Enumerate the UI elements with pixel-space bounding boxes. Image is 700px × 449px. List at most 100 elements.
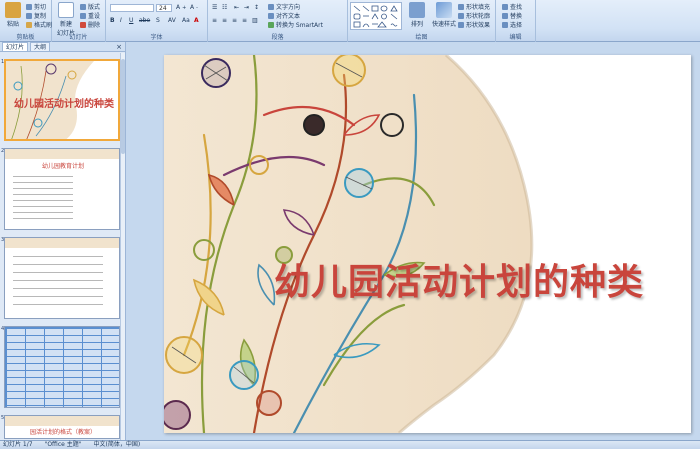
- find-button[interactable]: 查找: [502, 2, 522, 11]
- slide-thumbnail-3[interactable]: [4, 237, 120, 319]
- align-text-button[interactable]: 对齐文本: [268, 11, 300, 20]
- reset-button[interactable]: 重设: [80, 11, 100, 20]
- scissors-icon: [26, 3, 32, 10]
- bullets-icon[interactable]: ☰: [212, 4, 217, 11]
- slides-group: 新建 幻灯片 版式 重设 删除 幻灯片: [52, 0, 106, 42]
- justify-icon[interactable]: ≡: [242, 17, 247, 24]
- quick-styles-icon: [436, 2, 452, 18]
- slides-label: 幻灯片: [69, 34, 88, 41]
- font-name-dropdown[interactable]: [110, 4, 154, 12]
- columns-icon[interactable]: ▥: [252, 17, 258, 24]
- new-slide-icon: [58, 2, 74, 18]
- shape-outline-button[interactable]: 形状轮廓: [458, 11, 490, 20]
- slide-thumbnail-1[interactable]: 幼儿园活动计划的种类: [4, 59, 120, 141]
- quick-styles-button[interactable]: 快速样式: [430, 2, 458, 28]
- shrink-font-icon[interactable]: A-: [190, 4, 198, 11]
- smartart-button[interactable]: 转换为 SmartArt: [268, 20, 323, 29]
- cut-button[interactable]: 剪切: [26, 2, 46, 11]
- panel-scrollbar[interactable]: [120, 53, 125, 440]
- align-text-icon: [268, 12, 274, 19]
- editing-group: 查找 替换 选择 编辑: [496, 0, 536, 42]
- slide-counter: 幻灯片 1/7: [3, 441, 33, 448]
- format-painter-button[interactable]: 格式刷: [26, 20, 52, 29]
- ribbon: 粘贴 剪切 复制 格式刷 剪贴板 新建 幻灯片 版式 重设 删除 幻灯片 24 …: [0, 0, 700, 42]
- decrease-indent-icon[interactable]: ⇤: [234, 4, 239, 11]
- slide-thumbnail-5[interactable]: 园活计划的格式（教案）: [4, 415, 120, 439]
- paste-icon: [5, 2, 21, 18]
- font-label: 字体: [150, 34, 163, 41]
- thumb-header-art: [5, 416, 119, 426]
- select-button[interactable]: 选择: [502, 20, 522, 29]
- arrange-button[interactable]: 排列: [406, 2, 428, 28]
- reset-icon: [80, 12, 86, 19]
- brush-icon: [26, 21, 32, 28]
- replace-button[interactable]: 替换: [502, 11, 522, 20]
- align-left-icon[interactable]: ≡: [212, 17, 217, 24]
- delete-icon: [80, 21, 86, 28]
- close-icon[interactable]: ×: [116, 43, 122, 51]
- bold-button[interactable]: B: [110, 17, 115, 24]
- slide-canvas[interactable]: 幼儿园活动计划的种类: [164, 55, 691, 433]
- replace-icon: [502, 12, 508, 19]
- floral-background-art: [164, 55, 534, 433]
- thumb-body-text: [13, 252, 103, 312]
- slide-thumbnail-2[interactable]: 幼儿园教育计划: [4, 148, 120, 230]
- slides-panel: 幻灯片 大纲 × 1 幼儿园活动计划的种类 2 幼儿园教育计划 3 4 5 园活…: [0, 42, 126, 440]
- font-group: 24 A + A- B I U abe S AV Aa A 字体: [106, 0, 208, 42]
- slide-editor: 幼儿园活动计划的种类: [127, 42, 700, 440]
- paint-bucket-icon: [458, 3, 464, 10]
- tab-slides[interactable]: 幻灯片: [2, 42, 29, 51]
- thumb-table-rows: [7, 329, 119, 407]
- grow-font-icon[interactable]: A +: [176, 4, 186, 11]
- thumb-body-text: [13, 173, 73, 221]
- change-case-icon[interactable]: Aa: [182, 17, 190, 24]
- paste-button[interactable]: 粘贴: [2, 2, 24, 28]
- editing-label: 编辑: [509, 34, 522, 41]
- drawing-label: 绘图: [415, 34, 428, 41]
- delete-button[interactable]: 删除: [80, 20, 100, 29]
- layout-icon: [80, 3, 86, 10]
- slide-thumbnail-4[interactable]: [4, 326, 120, 408]
- copy-icon: [26, 12, 32, 19]
- smartart-icon: [268, 21, 274, 28]
- shape-fill-button[interactable]: 形状填充: [458, 2, 490, 11]
- strikethrough-button[interactable]: abe: [139, 17, 150, 24]
- slide-title[interactable]: 幼儿园活动计划的种类: [234, 253, 684, 305]
- clipboard-group: 粘贴 剪切 复制 格式刷 剪贴板: [0, 0, 52, 42]
- font-size-dropdown[interactable]: 24: [156, 4, 172, 12]
- shape-effects-button[interactable]: 形状效果: [458, 20, 490, 29]
- increase-indent-icon[interactable]: ⇥: [244, 4, 249, 11]
- italic-button[interactable]: I: [120, 17, 122, 24]
- char-spacing-icon[interactable]: AV: [168, 17, 176, 24]
- text-direction-button[interactable]: 文字方向: [268, 2, 300, 11]
- align-center-icon[interactable]: ≡: [222, 17, 227, 24]
- panel-tabs: 幻灯片 大纲 ×: [0, 42, 125, 52]
- copy-button[interactable]: 复制: [26, 11, 46, 20]
- arrange-icon: [409, 2, 425, 18]
- status-bar: 幻灯片 1/7 "Office 主题" 中文(简体，中国): [0, 440, 700, 449]
- paragraph-label: 段落: [271, 34, 284, 41]
- cursor-icon: [502, 21, 508, 28]
- clipboard-label: 剪贴板: [16, 34, 35, 41]
- align-right-icon[interactable]: ≡: [232, 17, 237, 24]
- drawing-group: 排列 快速样式 形状填充 形状轮廓 形状效果 绘图: [348, 0, 496, 42]
- tab-outline[interactable]: 大纲: [30, 42, 51, 51]
- effects-icon: [458, 21, 464, 28]
- layout-button[interactable]: 版式: [80, 2, 100, 11]
- language-indicator[interactable]: 中文(简体，中国): [94, 441, 141, 449]
- shadow-button[interactable]: S: [156, 17, 160, 24]
- thumb-header-art: [5, 238, 119, 248]
- theme-name: "Office 主题": [44, 441, 82, 448]
- line-spacing-icon[interactable]: ↕: [254, 4, 259, 11]
- scrollbar-thumb[interactable]: [121, 59, 125, 154]
- thumbnail-list: 1 幼儿园活动计划的种类 2 幼儿园教育计划 3 4 5 园活计划的格式（教案）: [0, 53, 124, 440]
- paragraph-group: ☰ ☷ ⇤ ⇥ ↕ ≡ ≡ ≡ ≡ ▥ 文字方向 对齐文本 转换为 SmartA…: [208, 0, 348, 42]
- thumb-title: 幼儿园教育计划: [41, 163, 84, 170]
- shapes-gallery[interactable]: [350, 2, 402, 30]
- binoculars-icon: [502, 3, 508, 10]
- text-direction-icon: [268, 3, 274, 10]
- numbering-icon[interactable]: ☷: [222, 4, 227, 11]
- underline-button[interactable]: U: [129, 17, 133, 24]
- thumb-title: 园活计划的格式（教案）: [29, 429, 96, 436]
- font-color-icon[interactable]: A: [194, 17, 199, 24]
